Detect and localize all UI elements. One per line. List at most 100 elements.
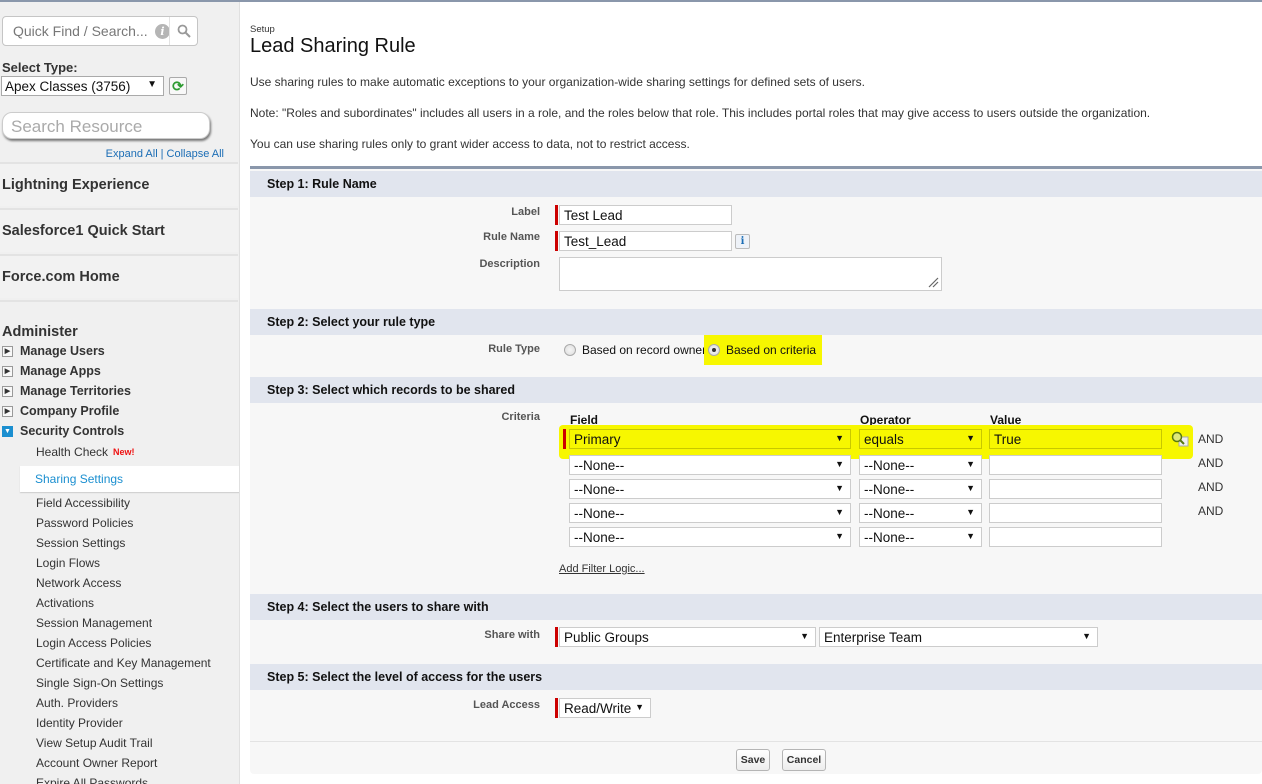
select-value: Public Groups (564, 629, 649, 645)
label-field-label: Label (511, 206, 540, 218)
radio-button[interactable] (564, 344, 576, 356)
criteria-field-select[interactable]: --None-- ▼ (569, 455, 851, 475)
rule-type-label: Rule Type (488, 343, 540, 355)
sidebar-item-login-flows[interactable]: Login Flows (36, 554, 100, 572)
breadcrumb: Setup (250, 24, 275, 35)
info-icon[interactable]: i (155, 23, 170, 39)
chevron-down-icon: ▼ (966, 459, 975, 469)
search-button[interactable] (169, 17, 197, 45)
radio-record-owner[interactable]: Based on record owner (564, 343, 706, 357)
rule-name-input[interactable]: Test_Lead (559, 231, 732, 251)
sidebar-item-health-check[interactable]: Health Check New! (36, 443, 135, 461)
tree-item-label: Manage Territories (20, 384, 131, 398)
criteria-value-input[interactable] (989, 479, 1162, 499)
select-type-value: Apex Classes (3756) (5, 78, 131, 94)
criteria-value-input[interactable]: True (989, 429, 1162, 449)
criteria-operator-select[interactable]: --None-- ▼ (859, 527, 982, 547)
label-input[interactable]: Test Lead (559, 205, 732, 225)
criteria-operator-select[interactable]: --None-- ▼ (859, 503, 982, 523)
page-title: Lead Sharing Rule (250, 35, 416, 57)
sidebar-item-password-policies[interactable]: Password Policies (36, 514, 133, 532)
sidebar-item-account-owner-report[interactable]: Account Owner Report (36, 754, 157, 772)
chevron-down-icon: ▼ (147, 79, 157, 90)
lead-access-label: Lead Access (473, 699, 540, 711)
cancel-button[interactable]: Cancel (782, 749, 826, 771)
sidebar-item-activations[interactable]: Activations (36, 594, 94, 612)
criteria-field-select[interactable]: --None-- ▼ (569, 479, 851, 499)
sidebar-item-identity-provider[interactable]: Identity Provider (36, 714, 123, 732)
tree-item-label: Security Controls (20, 424, 125, 438)
criteria-value-input[interactable] (989, 503, 1162, 523)
criteria-operator-select[interactable]: --None-- ▼ (859, 455, 982, 475)
criteria-operator-select[interactable]: equals ▼ (859, 429, 982, 449)
sidebar-item-sharing-settings[interactable]: Sharing Settings (20, 466, 239, 492)
criteria-value-input[interactable] (989, 455, 1162, 475)
select-value: Read/Write (564, 700, 632, 716)
sidebar-item-login-access-policies[interactable]: Login Access Policies (36, 634, 151, 652)
sidebar-item-view-setup-audit-trail[interactable]: View Setup Audit Trail (36, 734, 153, 752)
help-info-icon[interactable]: i (735, 234, 750, 249)
sidebar-item-single-sign-on-settings[interactable]: Single Sign-On Settings (36, 674, 163, 692)
radio-criteria[interactable]: Based on criteria (704, 335, 823, 365)
chevron-down-icon: ▼ (1082, 631, 1091, 641)
sidebar-item-auth-providers[interactable]: Auth. Providers (36, 694, 118, 712)
required-indicator (563, 429, 566, 449)
resize-grip-icon[interactable] (927, 276, 939, 288)
criteria-field-select[interactable]: --None-- ▼ (569, 503, 851, 523)
lead-access-select[interactable]: Read/Write ▼ (559, 698, 651, 718)
expand-icon[interactable]: ▶ (2, 385, 13, 397)
expand-all-link[interactable]: Expand All (106, 148, 158, 160)
and-conjunction: AND (1198, 456, 1224, 470)
sidebar-item-session-settings[interactable]: Session Settings (36, 534, 125, 552)
refresh-button[interactable]: ⟳ (169, 77, 187, 95)
nav-salesforce1-quick-start[interactable]: Salesforce1 Quick Start (0, 208, 238, 252)
expand-icon[interactable]: ▶ (2, 345, 13, 357)
radio-label: Based on criteria (726, 343, 817, 357)
lookup-icon[interactable] (1171, 431, 1189, 447)
expand-icon[interactable]: ▶ (2, 365, 13, 377)
nav-force-com-home[interactable]: Force.com Home (0, 254, 238, 298)
chevron-down-icon: ▼ (966, 433, 975, 443)
criteria-field-select[interactable]: Primary ▼ (569, 429, 851, 449)
nav-administer[interactable]: Administer (0, 300, 238, 340)
tree-item-security-controls[interactable]: ▼ Security Controls (2, 422, 124, 440)
quick-find-input[interactable] (3, 22, 153, 40)
tree-item-company-profile[interactable]: ▶ Company Profile (2, 402, 119, 420)
criteria-label: Criteria (501, 411, 540, 423)
share-with-group-select[interactable]: Enterprise Team ▼ (819, 627, 1098, 647)
roles-note: Note: "Roles and subordinates" includes … (250, 106, 1151, 120)
rule-name-label: Rule Name (483, 231, 540, 243)
chevron-down-icon: ▼ (966, 483, 975, 493)
radio-button-selected[interactable] (708, 344, 720, 356)
collapse-all-link[interactable]: Collapse All (167, 148, 224, 160)
criteria-field-select[interactable]: --None-- ▼ (569, 527, 851, 547)
expand-icon[interactable]: ▶ (2, 405, 13, 417)
select-value: --None-- (574, 457, 625, 473)
nav-lightning-experience[interactable]: Lightning Experience (0, 162, 238, 206)
add-filter-logic-link[interactable]: Add Filter Logic... (559, 563, 645, 575)
select-type-dropdown[interactable]: Apex Classes (3756) ▼ (1, 76, 164, 96)
criteria-value-input[interactable] (989, 527, 1162, 547)
required-indicator (555, 627, 558, 647)
tree-item-manage-users[interactable]: ▶ Manage Users (2, 342, 105, 360)
sidebar-item-certificate-key-management[interactable]: Certificate and Key Management (36, 654, 211, 672)
save-button[interactable]: Save (736, 749, 770, 771)
tree-item-manage-apps[interactable]: ▶ Manage Apps (2, 362, 101, 380)
search-resource-input[interactable] (9, 116, 199, 138)
collapse-icon[interactable]: ▼ (2, 425, 13, 437)
sidebar-item-network-access[interactable]: Network Access (36, 574, 121, 592)
chevron-down-icon: ▼ (835, 433, 844, 443)
description-textarea[interactable] (559, 257, 942, 291)
chevron-down-icon: ▼ (835, 531, 844, 541)
sidebar-item-field-accessibility[interactable]: Field Accessibility (36, 494, 130, 512)
description-label: Description (479, 258, 540, 270)
select-value: --None-- (574, 481, 625, 497)
criteria-operator-select[interactable]: --None-- ▼ (859, 479, 982, 499)
sidebar-item-session-management[interactable]: Session Management (36, 614, 152, 632)
required-indicator (555, 231, 558, 251)
chevron-down-icon: ▼ (835, 483, 844, 493)
tree-item-manage-territories[interactable]: ▶ Manage Territories (2, 382, 131, 400)
sidebar-item-expire-all-passwords[interactable]: Expire All Passwords (36, 774, 148, 784)
share-with-type-select[interactable]: Public Groups ▼ (559, 627, 816, 647)
select-type-label: Select Type: (2, 60, 78, 75)
